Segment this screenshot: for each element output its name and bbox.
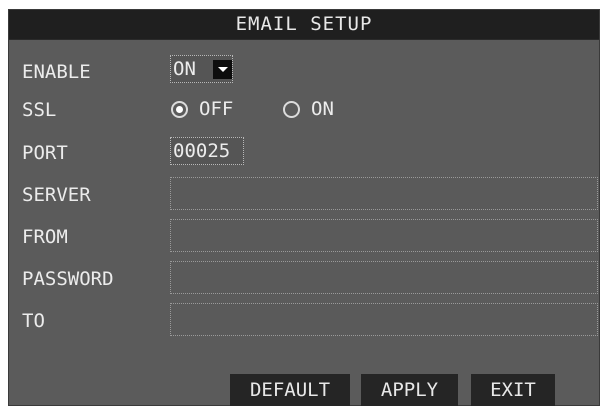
to-label: TO xyxy=(22,310,45,332)
ssl-label: SSL xyxy=(22,99,57,121)
radio-selected-icon[interactable] xyxy=(171,100,188,118)
title-bar: EMAIL SETUP xyxy=(9,10,599,40)
enable-dropdown-value: ON xyxy=(173,58,196,80)
port-label: PORT xyxy=(22,142,68,164)
from-label: FROM xyxy=(22,226,68,248)
from-input[interactable] xyxy=(170,219,598,252)
server-label: SERVER xyxy=(22,184,91,206)
ssl-on-label: ON xyxy=(311,98,334,120)
chevron-down-icon[interactable] xyxy=(213,59,232,79)
password-label: PASSWORD xyxy=(22,268,114,290)
enable-dropdown[interactable]: ON xyxy=(170,55,233,83)
to-input[interactable] xyxy=(170,303,598,336)
apply-button[interactable]: APPLY xyxy=(361,374,458,406)
exit-button[interactable]: EXIT xyxy=(471,374,555,406)
password-input[interactable] xyxy=(170,261,598,294)
radio-unselected-icon[interactable] xyxy=(283,100,300,118)
ssl-option-on[interactable]: ON xyxy=(283,97,334,121)
port-input[interactable]: 00025 xyxy=(170,137,244,165)
ssl-off-label: OFF xyxy=(199,98,234,120)
ssl-option-off[interactable]: OFF xyxy=(171,97,233,121)
server-input[interactable] xyxy=(170,177,598,210)
dialog-title: EMAIL SETUP xyxy=(235,13,373,35)
enable-label: ENABLE xyxy=(22,61,91,83)
email-setup-dialog: EMAIL SETUP ENABLE ON SSL OFF ON PORT 00… xyxy=(8,9,600,406)
default-button[interactable]: DEFAULT xyxy=(230,374,350,406)
